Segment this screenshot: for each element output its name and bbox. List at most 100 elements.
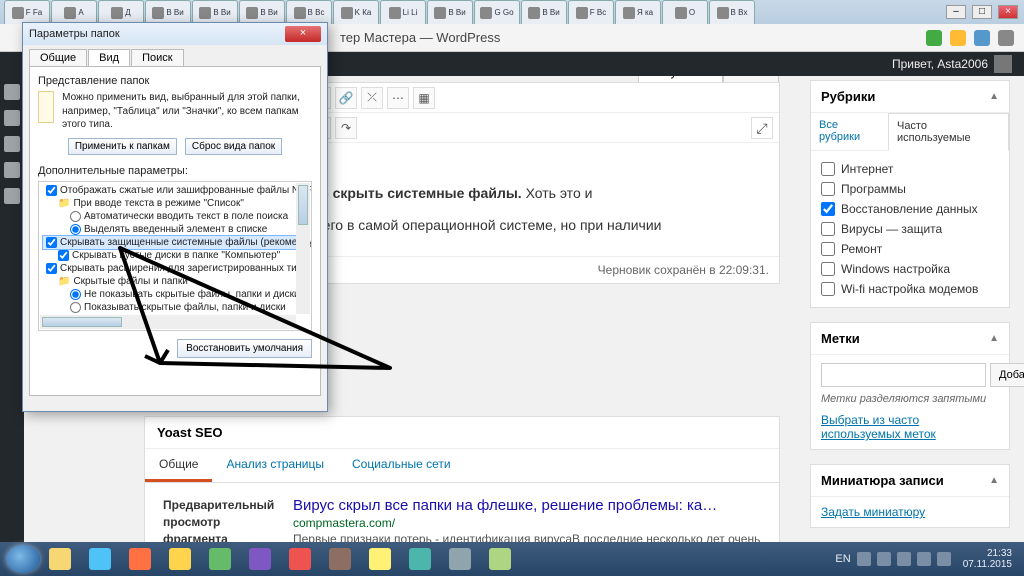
- rubric-item[interactable]: Восстановление данных: [821, 199, 999, 219]
- advanced-option-row[interactable]: Скрывать пустые диски в папке "Компьютер…: [43, 249, 307, 262]
- collapse-icon[interactable]: ▲: [989, 333, 999, 344]
- tab-text[interactable]: Текст: [723, 76, 779, 82]
- collapse-icon[interactable]: ▲: [989, 91, 999, 102]
- taskbar-app[interactable]: [360, 545, 400, 573]
- browser-tab[interactable]: O: [662, 0, 708, 24]
- dialog-titlebar[interactable]: Параметры папок ×: [23, 23, 327, 45]
- language-indicator[interactable]: EN: [835, 553, 850, 565]
- advanced-option-row[interactable]: Выделять введенный элемент в списке: [43, 223, 307, 236]
- browser-tab[interactable]: B Ви: [521, 0, 567, 24]
- taskbar-app[interactable]: [480, 545, 520, 573]
- rubric-checkbox[interactable]: [821, 222, 835, 236]
- preview-desc[interactable]: Первые признаки потерь - идентификация в…: [293, 532, 761, 542]
- rubric-checkbox[interactable]: [821, 202, 835, 216]
- preview-title[interactable]: Вирус скрыл все папки на флешке, решение…: [293, 497, 761, 514]
- start-button[interactable]: [6, 545, 40, 573]
- taskbar-app[interactable]: [120, 545, 160, 573]
- rubric-item[interactable]: Интернет: [821, 159, 999, 179]
- yoast-heading[interactable]: Yoast SEO: [145, 417, 779, 449]
- rubric-item[interactable]: Программы: [821, 179, 999, 199]
- menu-icon[interactable]: [998, 30, 1014, 46]
- yoast-tab-social[interactable]: Социальные сети: [338, 449, 465, 482]
- rubric-checkbox[interactable]: [821, 182, 835, 196]
- menu-icon[interactable]: [4, 162, 20, 178]
- tags-input[interactable]: [821, 363, 986, 387]
- menu-icon[interactable]: [4, 188, 20, 204]
- rubrics-tab-all[interactable]: Все рубрики: [811, 113, 888, 150]
- advanced-option-row[interactable]: Отображать сжатые или зашифрованные файл…: [43, 184, 307, 197]
- option-radio[interactable]: [70, 302, 81, 313]
- tray-icon[interactable]: [937, 552, 951, 566]
- taskbar-app[interactable]: [320, 545, 360, 573]
- browser-tab[interactable]: Я ка: [615, 0, 661, 24]
- menu-icon[interactable]: [4, 84, 20, 100]
- menu-icon[interactable]: [4, 136, 20, 152]
- close-button[interactable]: ×: [998, 5, 1018, 19]
- taskbar-app[interactable]: [440, 545, 480, 573]
- vertical-scrollbar[interactable]: [296, 183, 310, 314]
- rubric-checkbox[interactable]: [821, 162, 835, 176]
- tab-visual[interactable]: Визуально: [638, 76, 723, 82]
- tray-icon[interactable]: [877, 552, 891, 566]
- maximize-button[interactable]: □: [972, 5, 992, 19]
- dialog-close-button[interactable]: ×: [285, 26, 321, 42]
- browser-tab[interactable]: Li Li: [380, 0, 426, 24]
- apply-to-folders-button[interactable]: Применить к папкам: [68, 138, 177, 155]
- dialog-tab-view[interactable]: Вид: [88, 49, 130, 66]
- collapse-icon[interactable]: ▲: [989, 475, 999, 486]
- redo-button[interactable]: ↷: [335, 117, 357, 139]
- option-checkbox[interactable]: [46, 185, 57, 196]
- reset-folders-button[interactable]: Сброс вида папок: [185, 138, 282, 155]
- fullscreen-button[interactable]: ⤢: [751, 117, 773, 139]
- taskbar-app[interactable]: [40, 545, 80, 573]
- menu-icon[interactable]: [4, 110, 20, 126]
- taskbar-app[interactable]: [80, 545, 120, 573]
- browser-tab[interactable]: B Ви: [239, 0, 285, 24]
- ext-icon[interactable]: [950, 30, 966, 46]
- taskbar-app[interactable]: [200, 545, 240, 573]
- advanced-option-row[interactable]: Автоматически вводить текст в поле поиск…: [43, 210, 307, 223]
- tags-choose-link[interactable]: Выбрать из часто используемых меток: [821, 413, 936, 441]
- browser-tab[interactable]: B Ви: [427, 0, 473, 24]
- rubric-checkbox[interactable]: [821, 262, 835, 276]
- horizontal-scrollbar[interactable]: [40, 315, 296, 329]
- clock[interactable]: 21:33 07.11.2015: [957, 548, 1018, 571]
- browser-tab[interactable]: G Go: [474, 0, 520, 24]
- rubrics-tab-freq[interactable]: Часто используемые: [888, 113, 1009, 151]
- option-checkbox[interactable]: [58, 250, 69, 261]
- advanced-option-row[interactable]: 📁 При вводе текста в режиме "Список": [43, 197, 307, 210]
- option-checkbox[interactable]: [46, 237, 57, 248]
- browser-tab[interactable]: B Ви: [145, 0, 191, 24]
- avatar[interactable]: [994, 55, 1012, 73]
- browser-tab[interactable]: B Bc: [286, 0, 332, 24]
- browser-tab[interactable]: F Bc: [568, 0, 614, 24]
- preview-url[interactable]: compmastera.com/: [293, 516, 761, 530]
- option-checkbox[interactable]: [46, 263, 57, 274]
- advanced-option-row[interactable]: Не показывать скрытые файлы, папки и дис…: [43, 288, 307, 301]
- option-radio[interactable]: [70, 289, 81, 300]
- ext-icon[interactable]: [974, 30, 990, 46]
- browser-tab[interactable]: A: [51, 0, 97, 24]
- rubric-item[interactable]: Windows настройка: [821, 259, 999, 279]
- tray-icon[interactable]: [917, 552, 931, 566]
- set-thumbnail-link[interactable]: Задать миниатюру: [821, 505, 925, 519]
- rubric-checkbox[interactable]: [821, 282, 835, 296]
- rubric-item[interactable]: Ремонт: [821, 239, 999, 259]
- unlink-button[interactable]: ⤫: [361, 87, 383, 109]
- dialog-tab-search[interactable]: Поиск: [131, 49, 183, 66]
- advanced-option-row[interactable]: 📁 Скрытые файлы и папки: [43, 275, 307, 288]
- browser-tab[interactable]: B Bx: [709, 0, 755, 24]
- wp-greeting[interactable]: Привет, Asta2006: [892, 57, 988, 71]
- tags-add-button[interactable]: Добавить: [990, 363, 1024, 387]
- rubric-checkbox[interactable]: [821, 242, 835, 256]
- taskbar-app[interactable]: [280, 545, 320, 573]
- taskbar-app[interactable]: [400, 545, 440, 573]
- browser-tab[interactable]: K Ка: [333, 0, 379, 24]
- option-radio[interactable]: [70, 211, 81, 222]
- advanced-option-row[interactable]: Показывать скрытые файлы, папки и диски: [43, 301, 307, 314]
- tray-icon[interactable]: [857, 552, 871, 566]
- advanced-option-row[interactable]: Скрывать расширения для зарегистрированн…: [43, 262, 307, 275]
- rubric-item[interactable]: Вирусы — защита: [821, 219, 999, 239]
- tray-icon[interactable]: [897, 552, 911, 566]
- more-button[interactable]: ⋯: [387, 87, 409, 109]
